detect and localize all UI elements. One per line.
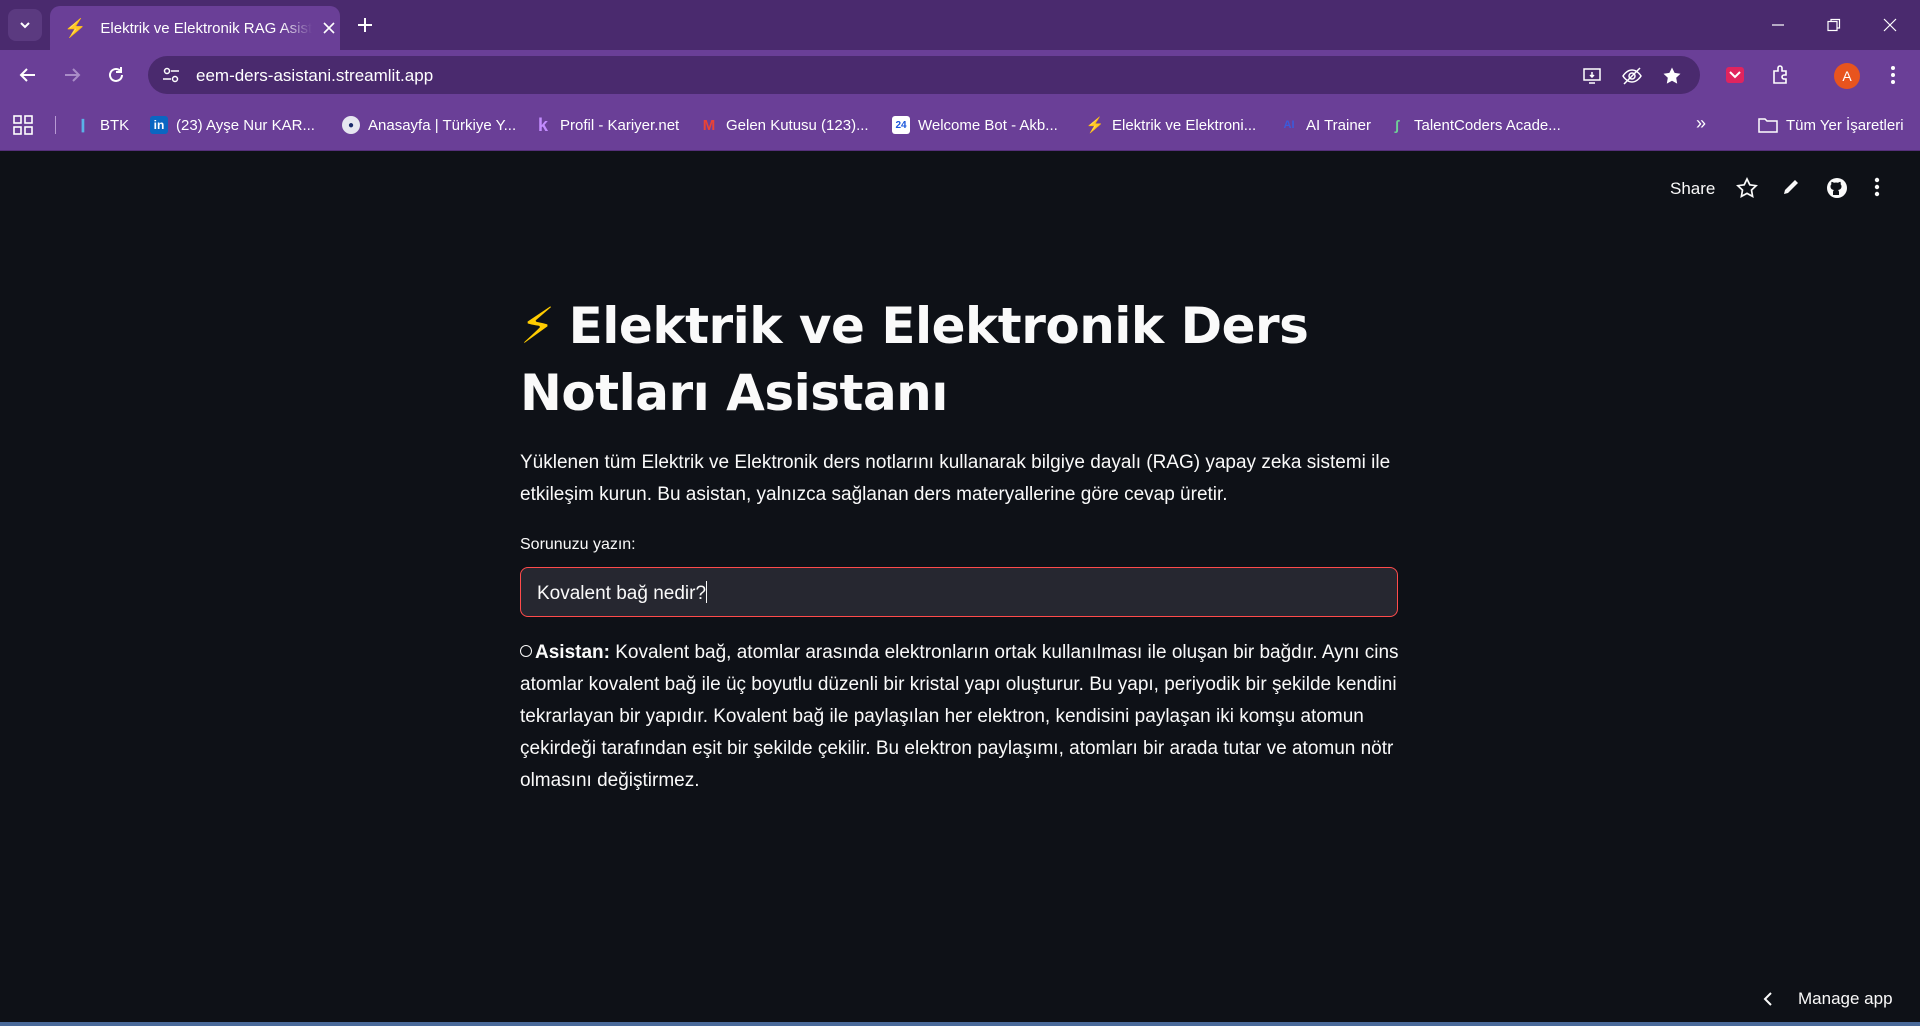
bookmark-label: BTK <box>100 116 130 134</box>
tab-strip: ⚡ Elektrik ve Elektronik RAG Asistanı <box>0 0 1920 50</box>
bookmark-linkedin[interactable]: in (23) Ayşe Nur KAR... <box>150 113 315 137</box>
lightning-icon: ⚡ <box>64 17 87 38</box>
chevron-down-icon <box>20 22 30 29</box>
bookmark-label: Welcome Bot - Akb... <box>918 116 1058 134</box>
lightning-icon: ⚡ <box>1085 117 1105 134</box>
gmail-icon: M <box>702 116 716 134</box>
all-bookmarks-folder[interactable]: Tüm Yer İşaretleri <box>1758 113 1904 137</box>
minimize-button[interactable] <box>1758 10 1798 40</box>
bookmark-ai-trainer[interactable]: AI AI Trainer <box>1280 113 1372 137</box>
close-window-button[interactable] <box>1870 10 1910 40</box>
bookmark-label: TalentCoders Acade... <box>1414 116 1561 134</box>
assistant-answer-text: Kovalent bağ, atomlar arasında elektronl… <box>520 642 1399 791</box>
active-tab[interactable]: ⚡ Elektrik ve Elektronik RAG Asistanı <box>50 6 340 50</box>
question-label: Sorunuzu yazın: <box>520 536 636 553</box>
close-tab-icon[interactable] <box>320 19 338 37</box>
app-menu-button[interactable] <box>1874 177 1880 197</box>
bookmark-star-icon[interactable] <box>1660 64 1684 88</box>
restore-icon <box>1827 18 1841 32</box>
kariyer-icon: k <box>537 114 548 135</box>
linkedin-icon: in <box>150 116 168 134</box>
manage-app-button[interactable]: Manage app <box>1762 989 1893 1009</box>
bookmark-label: Profil - Kariyer.net <box>560 116 680 134</box>
arrow-right-icon <box>65 68 81 82</box>
new-tab-button[interactable] <box>352 12 378 38</box>
extensions-icon[interactable] <box>1766 60 1796 90</box>
assistant-answer: Asistan: Kovalent bağ, atomlar arasında … <box>520 637 1400 797</box>
pencil-icon <box>1784 180 1798 194</box>
bookmark-talentcoders[interactable]: ʃ TalentCoders Acade... <box>1388 113 1561 137</box>
eye-off-icon[interactable] <box>1620 64 1644 88</box>
bookmark-btk[interactable]: ❙ BTK <box>74 113 130 137</box>
bookmark-kariyer[interactable]: k Profil - Kariyer.net <box>534 113 679 137</box>
manage-app-label: Manage app <box>1798 989 1893 1008</box>
reload-button[interactable] <box>100 59 132 91</box>
btk-icon: ❙ <box>77 117 89 132</box>
bookmark-label: (23) Ayşe Nur KAR... <box>176 116 315 134</box>
browser-toolbar: eem-ders-asistani.streamlit.app A <box>0 50 1920 100</box>
forward-button[interactable] <box>56 59 88 91</box>
restore-button[interactable] <box>1814 10 1854 40</box>
chevron-double-right-icon[interactable]: » <box>1696 113 1706 134</box>
share-label: Share <box>1670 179 1716 198</box>
minimize-icon <box>1772 24 1784 26</box>
window-bottom-border <box>0 1022 1920 1026</box>
apps-grid-icon[interactable] <box>12 114 34 136</box>
assistant-label: Asistan: <box>535 642 610 663</box>
reload-icon <box>109 67 123 82</box>
star-button[interactable] <box>1736 177 1758 199</box>
star-icon <box>1736 177 1758 198</box>
share-button[interactable]: Share <box>1670 179 1715 199</box>
streamlit-app: Share ⚡ Elektrik ve Elektronik Ders Notla… <box>0 151 1920 1026</box>
github-button[interactable] <box>1826 177 1848 199</box>
bookmark-label: AI Trainer <box>1306 116 1372 134</box>
github-icon <box>1827 178 1847 198</box>
tab-search-button[interactable] <box>8 9 42 41</box>
bookmark-label: Elektrik ve Elektroni... <box>1112 116 1257 134</box>
text-caret <box>706 581 708 603</box>
app-description: Yüklenen tüm Elektrik ve Elektronik ders… <box>520 452 1391 505</box>
bookmark-welcome-bot[interactable]: 24 Welcome Bot - Akb... <box>892 113 1058 137</box>
plus-icon <box>358 18 372 32</box>
bookmark-divider <box>55 116 56 134</box>
url-text[interactable]: eem-ders-asistani.streamlit.app <box>196 66 433 86</box>
robot-icon <box>520 645 532 657</box>
bookmark-elektrik[interactable]: ⚡ Elektrik ve Elektroni... <box>1085 113 1257 137</box>
browser-menu-icon[interactable] <box>1878 60 1908 90</box>
folder-icon <box>1758 118 1778 133</box>
talentcoders-icon: ʃ <box>1394 117 1400 133</box>
profile-avatar[interactable]: A <box>1834 63 1860 89</box>
globe-icon: ● <box>342 116 360 134</box>
calendar-icon: 24 <box>892 116 910 134</box>
question-text: Kovalent bağ nedir? <box>537 583 707 604</box>
bookmarks-bar: ❙ BTK in (23) Ayşe Nur KAR... ● Anasayfa… <box>0 100 1920 151</box>
site-info-icon[interactable] <box>158 62 184 88</box>
chevron-left-icon <box>1763 992 1772 1006</box>
question-input-value[interactable]: Kovalent bağ nedir? <box>537 581 708 605</box>
back-button[interactable] <box>12 59 44 91</box>
bookmark-label: Gelen Kutusu (123)... <box>726 116 869 134</box>
arrow-left-icon <box>19 68 35 82</box>
all-bookmarks-label: Tüm Yer İşaretleri <box>1786 116 1904 134</box>
bookmark-turkiye[interactable]: ● Anasayfa | Türkiye Y... <box>342 113 516 137</box>
install-app-icon[interactable] <box>1580 64 1604 88</box>
close-icon <box>1883 18 1897 32</box>
bookmark-gmail[interactable]: M Gelen Kutusu (123)... <box>700 113 869 137</box>
page-title-text: Elektrik ve Elektronik Ders Notları Asis… <box>520 297 1309 422</box>
tab-title: Elektrik ve Elektronik RAG Asistanı <box>100 19 313 37</box>
question-input[interactable]: Kovalent bağ nedir? <box>520 567 1398 617</box>
lightning-icon: ⚡ <box>520 297 555 355</box>
address-bar[interactable]: eem-ders-asistani.streamlit.app <box>148 56 1700 94</box>
more-vertical-icon <box>1874 177 1880 197</box>
page-title: ⚡ Elektrik ve Elektronik Ders Notları Asi… <box>520 293 1400 427</box>
ai-icon: AI <box>1283 119 1295 131</box>
bookmark-label: Anasayfa | Türkiye Y... <box>368 116 517 134</box>
edit-button[interactable] <box>1782 178 1800 196</box>
pocket-extension-icon[interactable] <box>1720 60 1750 90</box>
